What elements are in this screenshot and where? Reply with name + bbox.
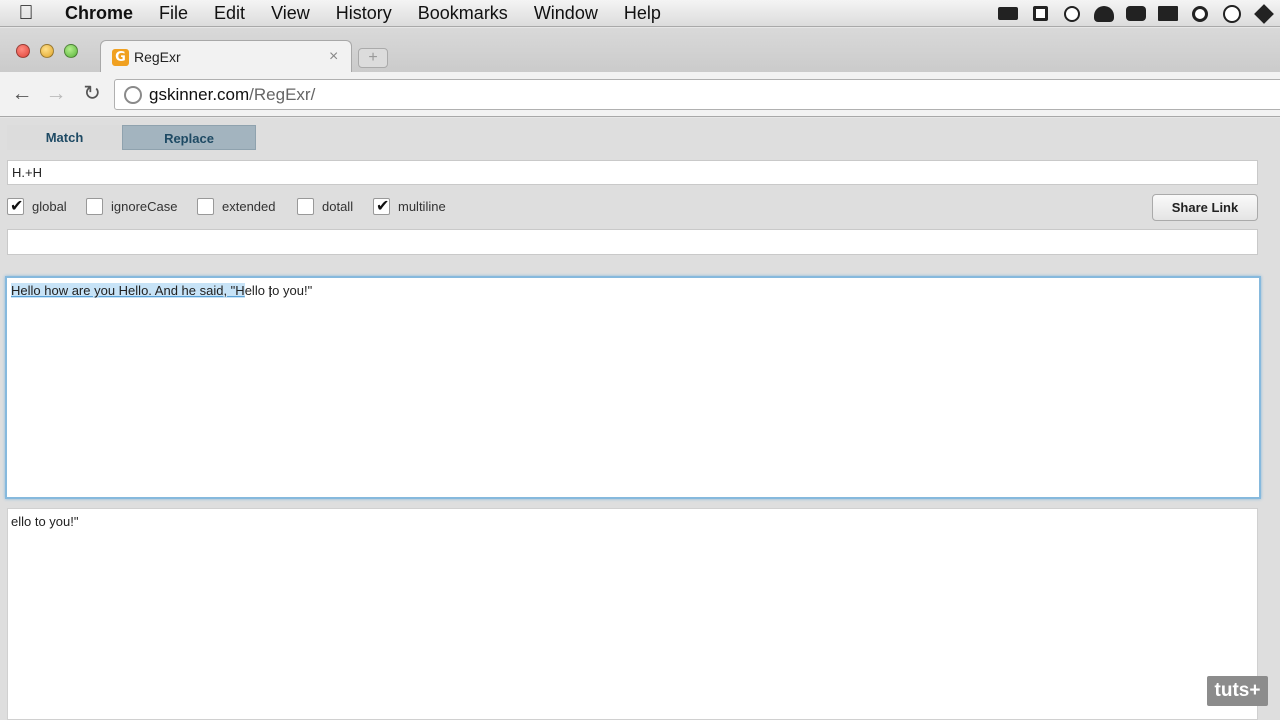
- checkmark-icon: ✔: [10, 198, 24, 215]
- new-tab-button[interactable]: +: [358, 48, 388, 68]
- flag-label: global: [32, 199, 67, 214]
- mac-menubar:  Chrome File Edit View History Bookmark…: [0, 0, 1280, 27]
- checkbox-global[interactable]: ✔: [7, 198, 24, 215]
- share-link-button[interactable]: Share Link: [1152, 194, 1258, 221]
- camera-icon[interactable]: [992, 0, 1024, 27]
- regexr-favicon-icon: G: [112, 49, 129, 66]
- tab-match[interactable]: Match: [7, 125, 122, 150]
- status-icons: [992, 0, 1280, 27]
- zoom-window-button[interactable]: [64, 44, 78, 58]
- forward-arrow-icon[interactable]: →: [44, 82, 68, 106]
- checkbox-multiline[interactable]: ✔: [373, 198, 390, 215]
- url-path: /RegExr/: [249, 85, 316, 104]
- time-machine-icon[interactable]: [1216, 0, 1248, 27]
- regexr-page: Match Replace ✔ global ignoreCase extend…: [0, 118, 1280, 720]
- close-icon[interactable]: ×: [329, 48, 338, 66]
- flags-row: ✔ global ignoreCase extended dotall ✔ mu…: [0, 195, 700, 219]
- globe-icon: [124, 86, 142, 104]
- address-bar[interactable]: gskinner.com/RegExr/: [114, 79, 1280, 110]
- reload-icon[interactable]: ↻: [80, 82, 104, 106]
- replace-input[interactable]: [7, 229, 1258, 255]
- browser-tab-regexr[interactable]: G RegExr ×: [100, 40, 352, 73]
- copy-icon[interactable]: [1024, 0, 1056, 27]
- sync-icon[interactable]: [1184, 0, 1216, 27]
- menu-edit[interactable]: Edit: [201, 0, 258, 27]
- close-window-button[interactable]: [16, 44, 30, 58]
- tab-title: RegExr: [134, 49, 181, 65]
- text-cursor-icon: I: [268, 284, 273, 301]
- back-arrow-icon[interactable]: ←: [10, 82, 34, 106]
- pattern-input[interactable]: [7, 160, 1258, 185]
- url-text: gskinner.com/RegExr/: [149, 85, 315, 105]
- menu-history[interactable]: History: [323, 0, 405, 27]
- menu-window[interactable]: Window: [521, 0, 611, 27]
- menu-file[interactable]: File: [146, 0, 201, 27]
- result-area[interactable]: ello to you!": [7, 508, 1258, 720]
- tab-strip: G RegExr × +: [0, 28, 1280, 73]
- checkmark-icon: ✔: [376, 198, 390, 215]
- source-rest: ello to you!": [244, 283, 313, 298]
- menu-view[interactable]: View: [258, 0, 323, 27]
- menu-help[interactable]: Help: [611, 0, 674, 27]
- chat-icon[interactable]: [1120, 0, 1152, 27]
- circle-icon[interactable]: [1056, 0, 1088, 27]
- url-host: gskinner.com: [149, 85, 250, 104]
- browser-toolbar: ← → ↻ gskinner.com/RegExr/: [0, 72, 1280, 117]
- result-text: ello to you!": [11, 514, 79, 529]
- menu-chrome[interactable]: Chrome: [52, 0, 146, 27]
- flag-label: ignoreCase: [111, 199, 178, 214]
- checkbox-dotall[interactable]: [297, 198, 314, 215]
- apple-icon[interactable]: : [0, 2, 52, 25]
- minimize-window-button[interactable]: [40, 44, 54, 58]
- checkbox-extended[interactable]: [197, 198, 214, 215]
- alien-icon[interactable]: [1088, 0, 1120, 27]
- tuts-plus-logo: tuts+: [1207, 676, 1268, 706]
- menu-bookmarks[interactable]: Bookmarks: [405, 0, 521, 27]
- tab-replace[interactable]: Replace: [122, 125, 256, 150]
- flag-label: extended: [222, 199, 276, 214]
- move-icon[interactable]: [1248, 0, 1280, 27]
- flag-label: dotall: [322, 199, 354, 214]
- source-text-area[interactable]: Hello how are you Hello. And he said, "H…: [5, 276, 1261, 499]
- flag-label: multiline: [398, 199, 446, 214]
- checkbox-ignorecase[interactable]: [86, 198, 103, 215]
- match-highlight: Hello how are you Hello. And he said, "H: [11, 283, 245, 298]
- display-icon[interactable]: [1152, 0, 1184, 27]
